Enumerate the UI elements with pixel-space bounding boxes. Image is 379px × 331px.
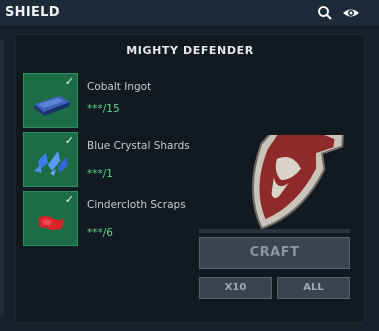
cindercloth-scraps-icon bbox=[38, 216, 64, 230]
crafting-panel: MIGHTY DEFENDER ✓ Cobalt Ingot ***/15 ✓ bbox=[15, 34, 365, 323]
eye-icon[interactable] bbox=[342, 4, 360, 22]
ingredient-count: ***/15 bbox=[87, 103, 120, 115]
ingredient-row[interactable]: ✓ Cindercloth Scraps ***/6 bbox=[23, 191, 203, 247]
ingredient-count: ***/6 bbox=[87, 227, 113, 239]
ingredient-name: Cobalt Ingot bbox=[87, 81, 152, 93]
ingredient-row[interactable]: ✓ Blue Crystal Shards ***/1 bbox=[23, 132, 203, 188]
ingredient-name: Blue Crystal Shards bbox=[87, 140, 190, 152]
side-strip bbox=[0, 40, 4, 316]
ingredient-slot[interactable]: ✓ bbox=[23, 191, 78, 246]
cobalt-ingot-icon bbox=[34, 96, 70, 116]
top-bar: SHIELD bbox=[0, 0, 379, 27]
craft-x10-button[interactable]: X10 bbox=[199, 277, 272, 299]
ingredient-slot[interactable]: ✓ bbox=[23, 73, 78, 128]
ingredient-name: Cindercloth Scraps bbox=[87, 199, 186, 211]
craft-button[interactable]: CRAFT bbox=[199, 237, 350, 269]
craft-all-button[interactable]: ALL bbox=[277, 277, 350, 299]
ingredient-slot[interactable]: ✓ bbox=[23, 132, 78, 187]
blue-crystal-shards-icon bbox=[34, 151, 68, 176]
item-name: MIGHTY DEFENDER bbox=[126, 44, 254, 57]
ingredient-row[interactable]: ✓ Cobalt Ingot ***/15 bbox=[23, 73, 203, 129]
craft-progress-bar bbox=[199, 229, 350, 233]
search-icon[interactable] bbox=[316, 4, 334, 22]
ingredient-count: ***/1 bbox=[87, 168, 113, 180]
window-title: SHIELD bbox=[5, 5, 60, 20]
